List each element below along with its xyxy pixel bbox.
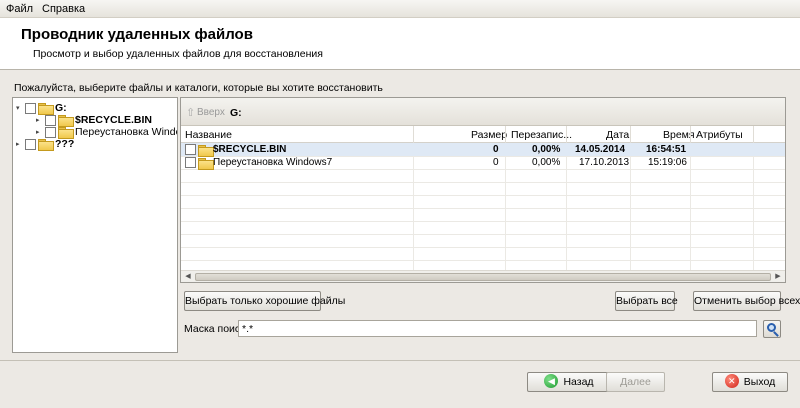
column-size[interactable]: Размер [471, 129, 507, 141]
next-button[interactable]: Далее [606, 372, 665, 392]
menu-help[interactable]: Справка [42, 3, 85, 15]
column-name[interactable]: Название [185, 129, 232, 141]
divider [0, 360, 800, 361]
column-date[interactable]: Дата [606, 129, 629, 141]
cell-overwrite: 0,00% [532, 157, 561, 168]
cell-name: Переустановка Windows7 [213, 157, 333, 168]
collapse-icon[interactable]: ▾ [16, 105, 23, 112]
cell-date: 14.05.2014 [575, 144, 626, 155]
menu-bar: Файл Справка [0, 0, 800, 18]
instruction-text: Пожалуйста, выберите файлы и каталоги, к… [14, 82, 383, 94]
tree-item-drive[interactable]: ▾ G: [16, 102, 67, 115]
select-good-files-button[interactable]: Выбрать только хорошие файлы [184, 291, 345, 311]
file-table: $RECYCLE.BIN 0 0,00% 14.05.2014 16:54:51… [181, 143, 785, 270]
page-title: Проводник удаленных файлов [21, 26, 253, 43]
cell-size: 0 [493, 157, 499, 168]
tree-checkbox[interactable] [25, 138, 36, 150]
deselect-all-button[interactable]: Отменить выбор всех [693, 291, 800, 311]
cell-time: 16:54:51 [646, 144, 687, 155]
wizard-header: Проводник удаленных файлов Просмотр и вы… [0, 18, 800, 70]
folder-icon [58, 115, 74, 127]
back-button[interactable]: ◀ Назад [527, 372, 611, 392]
folder-icon [58, 127, 74, 139]
folder-icon [38, 139, 54, 151]
expand-icon[interactable]: ▸ [16, 141, 23, 148]
search-button[interactable] [763, 320, 781, 338]
folder-icon [198, 158, 214, 170]
scrollbar-thumb[interactable] [195, 273, 771, 281]
tree-item-recycle-bin[interactable]: ▸ $RECYCLE.BIN [36, 114, 153, 127]
cell-size: 0 [493, 144, 499, 155]
horizontal-scrollbar[interactable]: ◀ ▶ [181, 270, 785, 282]
row-checkbox[interactable] [185, 144, 196, 155]
tree-item-reinstall[interactable]: ▸ Переустановка Windows7 [36, 126, 177, 139]
tree-checkbox[interactable] [45, 126, 56, 138]
current-path: G: [230, 107, 242, 119]
table-row[interactable]: $RECYCLE.BIN 0 0,00% 14.05.2014 16:54:51 [181, 143, 785, 157]
tree-item-label: ??? [55, 138, 75, 150]
select-all-button[interactable]: Выбрать все [615, 291, 678, 311]
row-checkbox[interactable] [185, 157, 196, 168]
exit-button[interactable]: ✕ Выход [712, 372, 788, 392]
folder-tree[interactable]: ▾ G: ▸ $RECYCLE.BIN ▸ Переустановка Wind… [12, 97, 178, 353]
cell-overwrite: 0,00% [532, 144, 561, 155]
navigation-bar: ⇧ Вверх G: [181, 98, 785, 126]
tree-checkbox[interactable] [25, 102, 36, 114]
up-button[interactable]: Вверх [197, 107, 225, 118]
folder-icon [38, 103, 54, 115]
file-list-panel: ⇧ Вверх G: Название Размер Перезапис... … [180, 97, 786, 283]
column-overwrite[interactable]: Перезапис... [511, 129, 572, 141]
column-attributes[interactable]: Атрибуты [696, 129, 743, 141]
expand-icon[interactable]: ▸ [36, 117, 43, 124]
tree-item-label: G: [55, 102, 67, 114]
cell-time: 15:19:06 [648, 157, 687, 168]
folder-icon [198, 145, 214, 157]
tree-item-label: $RECYCLE.BIN [75, 114, 153, 126]
exit-button-label: Выход [743, 376, 776, 388]
menu-file[interactable]: Файл [6, 3, 33, 15]
cell-date: 17.10.2013 [579, 157, 630, 168]
table-row[interactable]: Переустановка Windows7 0 0,00% 17.10.201… [181, 156, 785, 170]
tree-checkbox[interactable] [45, 114, 56, 126]
back-button-label: Назад [563, 376, 594, 388]
up-arrow-icon[interactable]: ⇧ [186, 106, 195, 119]
page-subtitle: Просмотр и выбор удаленных файлов для во… [33, 48, 323, 60]
search-mask-input[interactable] [238, 320, 757, 337]
tree-item-unknown[interactable]: ▸ ??? [16, 138, 75, 151]
expand-icon[interactable]: ▸ [36, 129, 43, 136]
back-arrow-icon: ◀ [544, 374, 559, 389]
tree-item-label: Переустановка Windows7 [75, 126, 177, 138]
table-header: Название Размер Перезапис... Дата Время … [181, 126, 785, 143]
scroll-right-icon[interactable]: ▶ [772, 272, 784, 282]
cell-name: $RECYCLE.BIN [213, 144, 287, 155]
scroll-left-icon[interactable]: ◀ [182, 272, 194, 282]
exit-icon: ✕ [724, 374, 739, 389]
